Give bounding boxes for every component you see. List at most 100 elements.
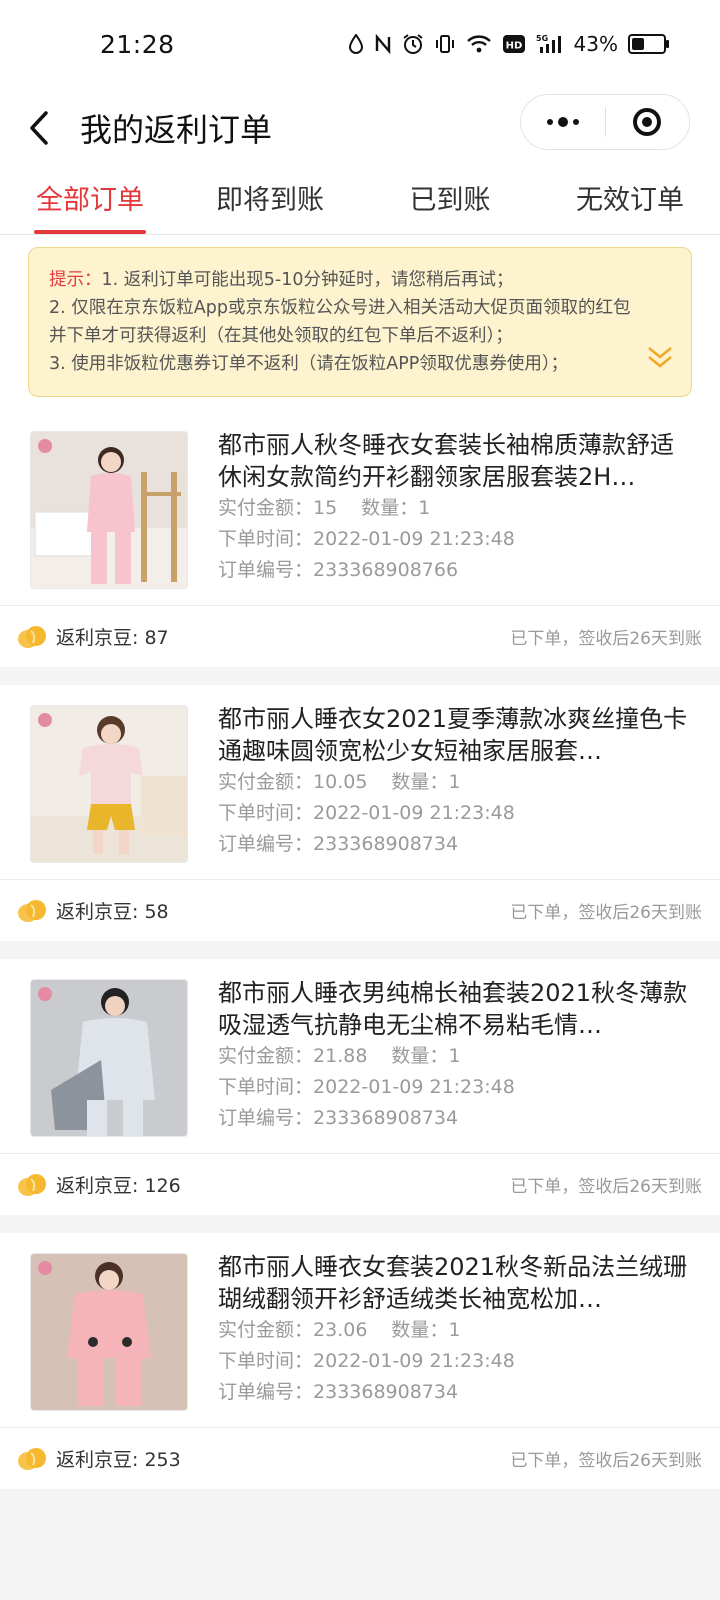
paid-amount: 21.88 <box>313 1045 368 1067</box>
order-no-label: 订单编号： <box>218 1381 314 1403</box>
nfc-icon <box>374 34 392 54</box>
paid-row: 实付金额：21.88 数量：1 <box>218 1041 690 1072</box>
order-status: 已下单，签收后26天到账 <box>510 1177 702 1197</box>
product-title[interactable]: 都市丽人睡衣女套装2021秋冬新品法兰绒珊瑚绒翻领开衫舒适绒类长袖宽松加… <box>218 1251 690 1315</box>
paid-amount: 15 <box>313 497 338 519</box>
qty-value: 1 <box>448 1319 461 1341</box>
svg-text:5G: 5G <box>536 34 548 43</box>
order-card[interactable]: 都市丽人秋冬睡衣女套装长袖棉质薄款舒适休闲女款简约开衫翻领家居服套装2H… 实付金… <box>0 411 720 667</box>
time-label: 下单时间： <box>218 802 314 824</box>
order-status: 已下单，签收后26天到账 <box>510 629 702 649</box>
order-info: 都市丽人睡衣男纯棉长袖套装2021秋冬薄款吸湿透气抗静电无尘棉不易粘毛情… 实付金… <box>218 977 690 1137</box>
time-row: 下单时间：2022-01-09 21:23:48 <box>218 1346 690 1377</box>
order-no-label: 订单编号： <box>218 1107 314 1129</box>
paid-amount: 23.06 <box>313 1319 368 1341</box>
order-time: 2022-01-09 21:23:48 <box>313 528 515 550</box>
paid-amount: 10.05 <box>313 771 368 793</box>
nav-bar: 我的返利订单 <box>0 88 720 168</box>
rebate-bean-text: 返利京豆: 253 <box>56 1449 181 1471</box>
order-status: 已下单，签收后26天到账 <box>510 1451 702 1471</box>
expand-chevron-icon[interactable] <box>647 345 673 378</box>
notice-box: 提示：1. 返利订单可能出现5-10分钟延时，请您稍后再试； 2. 仅限在京东饭… <box>28 247 692 397</box>
battery-icon <box>628 34 669 54</box>
order-no-row: 订单编号：233368908734 <box>218 1103 690 1134</box>
order-list: 都市丽人秋冬睡衣女套装长袖棉质薄款舒适休闲女款简约开衫翻领家居服套装2H… 实付金… <box>0 411 720 1489</box>
paid-row: 实付金额：10.05 数量：1 <box>218 767 690 798</box>
product-image[interactable] <box>30 431 188 589</box>
jd-bean-icon <box>18 1447 46 1470</box>
time-label: 下单时间： <box>218 1076 314 1098</box>
order-time: 2022-01-09 21:23:48 <box>313 802 515 824</box>
tab-pending[interactable]: 即将到账 <box>180 168 360 234</box>
time-label: 下单时间： <box>218 1350 314 1372</box>
paid-label: 实付金额： <box>218 1045 314 1067</box>
order-body: 都市丽人睡衣男纯棉长袖套装2021秋冬薄款吸湿透气抗静电无尘棉不易粘毛情… 实付金… <box>0 959 720 1153</box>
time-row: 下单时间：2022-01-09 21:23:48 <box>218 798 690 829</box>
alarm-icon <box>402 33 424 55</box>
wifi-icon <box>466 34 492 54</box>
order-body: 都市丽人睡衣女2021夏季薄款冰爽丝撞色卡通趣味圆领宽松少女短袖家居服套… 实付金… <box>0 685 720 879</box>
notice-line-1-text: 1. 返利订单可能出现5-10分钟延时，请您稍后再试； <box>101 270 514 290</box>
water-drop-icon <box>348 34 364 54</box>
product-image[interactable] <box>30 979 188 1137</box>
order-info: 都市丽人睡衣女套装2021秋冬新品法兰绒珊瑚绒翻领开衫舒适绒类长袖宽松加… 实付金… <box>218 1251 690 1411</box>
status-icons: HD 5G 43% <box>348 32 669 56</box>
rebate-beans: 返利京豆: 58 <box>16 897 169 925</box>
order-info: 都市丽人睡衣女2021夏季薄款冰爽丝撞色卡通趣味圆领宽松少女短袖家居服套… 实付金… <box>218 703 690 863</box>
vibrate-icon <box>434 34 456 54</box>
jd-bean-icon <box>18 899 46 922</box>
qty-value: 1 <box>418 497 431 519</box>
order-body: 都市丽人睡衣女套装2021秋冬新品法兰绒珊瑚绒翻领开衫舒适绒类长袖宽松加… 实付金… <box>0 1233 720 1427</box>
time-row: 下单时间：2022-01-09 21:23:48 <box>218 524 690 555</box>
order-no-row: 订单编号：233368908766 <box>218 555 690 586</box>
order-number: 233368908734 <box>313 833 459 855</box>
rebate-bean-text: 返利京豆: 87 <box>56 627 169 649</box>
order-card[interactable]: 都市丽人睡衣男纯棉长袖套装2021秋冬薄款吸湿透气抗静电无尘棉不易粘毛情… 实付金… <box>0 959 720 1215</box>
order-number: 233368908734 <box>313 1381 459 1403</box>
paid-row: 实付金额：15 数量：1 <box>218 493 690 524</box>
notice-line-2: 2. 仅限在京东饭粒App或京东饭粒公众号进入相关活动大促页面领取的红包并下单才… <box>49 298 631 346</box>
qty-label: 数量： <box>361 497 419 519</box>
tab-received[interactable]: 已到账 <box>360 168 540 234</box>
product-image[interactable] <box>30 705 188 863</box>
product-title[interactable]: 都市丽人秋冬睡衣女套装长袖棉质薄款舒适休闲女款简约开衫翻领家居服套装2H… <box>218 429 690 493</box>
rebate-beans: 返利京豆: 126 <box>16 1171 181 1199</box>
paid-row: 实付金额：23.06 数量：1 <box>218 1315 690 1346</box>
paid-label: 实付金额： <box>218 771 314 793</box>
notice-section: 提示：1. 返利订单可能出现5-10分钟延时，请您稍后再试； 2. 仅限在京东饭… <box>0 235 720 411</box>
jd-bean-icon <box>18 1173 46 1196</box>
product-title[interactable]: 都市丽人睡衣男纯棉长袖套装2021秋冬薄款吸湿透气抗静电无尘棉不易粘毛情… <box>218 977 690 1041</box>
order-footer: 返利京豆: 253 已下单，签收后26天到账 <box>0 1427 720 1489</box>
paid-label: 实付金额： <box>218 497 314 519</box>
product-image[interactable] <box>30 1253 188 1411</box>
qty-label: 数量： <box>391 1045 449 1067</box>
order-no-label: 订单编号： <box>218 833 314 855</box>
qty-value: 1 <box>448 771 461 793</box>
order-time: 2022-01-09 21:23:48 <box>313 1076 515 1098</box>
notice-line-3: 3. 使用非饭粒优惠券订单不返利（请在饭粒APP领取优惠券使用）； <box>49 354 569 374</box>
order-body: 都市丽人秋冬睡衣女套装长袖棉质薄款舒适休闲女款简约开衫翻领家居服套装2H… 实付金… <box>0 411 720 605</box>
more-button[interactable] <box>521 95 605 149</box>
close-mini-program-button[interactable] <box>606 95 690 149</box>
order-card[interactable]: 都市丽人睡衣女套装2021秋冬新品法兰绒珊瑚绒翻领开衫舒适绒类长袖宽松加… 实付金… <box>0 1233 720 1489</box>
mini-program-capsule <box>520 94 690 150</box>
order-status: 已下单，签收后26天到账 <box>510 903 702 923</box>
order-footer: 返利京豆: 87 已下单，签收后26天到账 <box>0 605 720 667</box>
product-title[interactable]: 都市丽人睡衣女2021夏季薄款冰爽丝撞色卡通趣味圆领宽松少女短袖家居服套… <box>218 703 690 767</box>
order-no-row: 订单编号：233368908734 <box>218 1377 690 1408</box>
rebate-beans: 返利京豆: 87 <box>16 623 169 651</box>
qty-label: 数量： <box>391 771 449 793</box>
notice-hint-label: 提示： <box>49 270 102 290</box>
tab-all-orders[interactable]: 全部订单 <box>0 168 180 234</box>
more-dots-icon <box>546 117 579 127</box>
order-no-row: 订单编号：233368908734 <box>218 829 690 860</box>
order-footer: 返利京豆: 58 已下单，签收后26天到账 <box>0 879 720 941</box>
rebate-bean-text: 返利京豆: 58 <box>56 901 169 923</box>
order-time: 2022-01-09 21:23:48 <box>313 1350 515 1372</box>
back-button[interactable] <box>4 93 74 163</box>
time-label: 下单时间： <box>218 528 314 550</box>
hd-icon: HD <box>502 34 526 54</box>
tab-invalid[interactable]: 无效订单 <box>540 168 720 234</box>
order-card[interactable]: 都市丽人睡衣女2021夏季薄款冰爽丝撞色卡通趣味圆领宽松少女短袖家居服套… 实付金… <box>0 685 720 941</box>
signal-5g-icon: 5G <box>536 33 564 55</box>
